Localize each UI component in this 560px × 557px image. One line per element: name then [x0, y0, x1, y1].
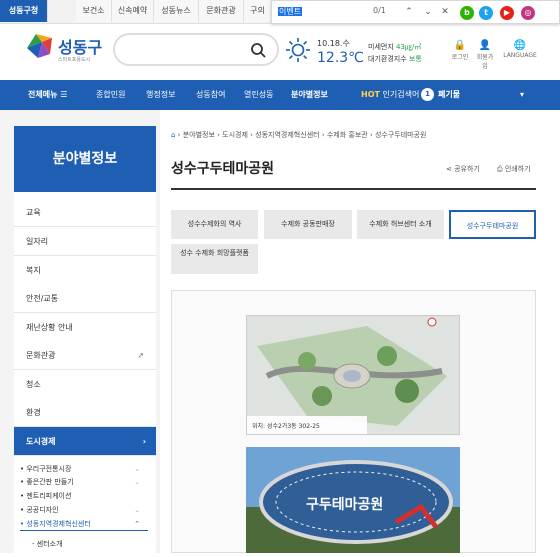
hot-keywords[interactable]: HOT 인기검색어	[361, 80, 419, 110]
sidebar-item-education[interactable]: 교육	[14, 198, 156, 227]
all-menu-button[interactable]: 전체메뉴 ☰	[28, 80, 67, 110]
brand-name[interactable]: 성동구	[58, 34, 102, 58]
sunny-icon	[286, 38, 310, 62]
sidebar-item-culture[interactable]: 문화관광 ↗	[14, 341, 156, 370]
sidebar-item-cleaning[interactable]: 청소	[14, 370, 156, 399]
sub-item-market[interactable]: • 우리구전통시장 ⌄	[20, 463, 148, 476]
sidebar-item-urban-economy[interactable]: 도시경제 ›	[14, 427, 156, 456]
chevron-right-icon: ›	[142, 437, 146, 446]
search-icon[interactable]	[250, 42, 266, 58]
user-icon: 👤	[478, 40, 492, 51]
nav-participation[interactable]: 성동참여	[196, 80, 225, 110]
chevron-down-icon[interactable]: ▾	[520, 80, 524, 110]
breadcrumb: ⌂ › 분야별정보 › 도시경제 › 성동지역경제혁신센터 › 수제화 홍보관 …	[171, 131, 427, 139]
sub-item-gentrification[interactable]: • 젠트리피케이션	[20, 490, 148, 503]
weather-date: 10.18.수	[317, 39, 350, 48]
location-caption: 위치: 성수2가3동 302-25	[252, 423, 320, 430]
tab-health-center[interactable]: 보건소	[76, 0, 112, 22]
sub-item-innovation-center[interactable]: • 성동지역경제혁신센터 ⌃	[20, 518, 148, 531]
park-sign-photo: 구두테마공원	[246, 447, 460, 553]
sub-item-public-design[interactable]: • 공공디자인 ⌄	[20, 504, 148, 517]
park-map-image	[246, 315, 460, 435]
seongdong-logo-icon[interactable]	[24, 30, 54, 60]
tab-joint-store[interactable]: 수제화 공동판매장	[264, 210, 352, 239]
keyword-text[interactable]: 폐기물	[438, 80, 460, 110]
keyword-rank: 1	[421, 88, 434, 101]
share-button[interactable]: ⋖ 공유하기	[446, 164, 480, 174]
park-aerial-map	[247, 316, 459, 434]
twitter-icon[interactable]: t	[479, 6, 493, 20]
nav-admin[interactable]: 행정정보	[146, 80, 175, 110]
nav-field-info[interactable]: 분야별정보	[291, 80, 328, 110]
youtube-icon[interactable]: ▶	[500, 6, 514, 20]
tab-news[interactable]: 성동뉴스	[154, 0, 199, 22]
share-icon: ⋖	[446, 165, 452, 173]
sub-item-signage[interactable]: • 좋은간판 만들기 ⌄	[20, 476, 148, 489]
park-sign-text: 구두테마공원	[306, 497, 383, 513]
air-quality: 대기환경지수 보통	[368, 55, 422, 63]
sidebar-title: 분야별정보	[14, 126, 156, 192]
fine-dust: 미세먼지 43㎍/㎥	[368, 43, 422, 51]
tab-gu[interactable]: 구의	[244, 0, 272, 22]
globe-icon: 🌐	[513, 40, 527, 51]
sub-sub-item-intro[interactable]: - 센터소개	[32, 538, 142, 551]
title-divider	[171, 188, 536, 190]
language-link[interactable]: 🌐 LANGUAGE	[500, 40, 540, 59]
page-title: 성수구두테마공원	[171, 161, 275, 177]
home-icon[interactable]: ⌂	[171, 131, 175, 139]
main-nav: 전체메뉴 ☰ 종합민원 행정정보 성동참여 열린성동 분야별정보 HOT 인기검…	[0, 80, 560, 110]
nav-civil[interactable]: 종합민원	[96, 80, 125, 110]
find-close-icon[interactable]: ✕	[438, 5, 452, 19]
sidebar-item-safety[interactable]: 안전/교통	[14, 284, 156, 313]
sidebar-item-disaster[interactable]: 재난상황 안내	[14, 313, 156, 342]
lock-icon: 🔒	[453, 40, 467, 51]
external-link-icon: ↗	[137, 351, 144, 360]
tab-hope-platform[interactable]: 성수 수제화 희망플랫폼	[171, 244, 258, 274]
tab-hub-center[interactable]: 수제화 허브센터 소개	[357, 210, 444, 239]
instagram-icon[interactable]: ◎	[521, 6, 535, 20]
park-sign-illustration: 구두테마공원	[246, 447, 460, 553]
sidebar-item-environment[interactable]: 환경	[14, 398, 156, 427]
tab-culture[interactable]: 문화관광	[199, 0, 244, 22]
sidebar-item-jobs[interactable]: 일자리	[14, 227, 156, 256]
signup-link[interactable]: 👤 회원가입	[474, 40, 496, 70]
print-button[interactable]: ⎙ 인쇄하기	[497, 164, 531, 174]
nav-open[interactable]: 열린성동	[244, 80, 273, 110]
find-bar: 이벤트 0/1 ⌃ ⌄ ✕ b t ▶ ◎	[271, 0, 560, 24]
tab-history[interactable]: 성수수제화의 역사	[171, 210, 258, 239]
find-next-icon[interactable]: ⌄	[421, 5, 435, 19]
find-count: 0/1	[373, 6, 386, 15]
tab-sd-office[interactable]: 성동구청	[0, 0, 48, 22]
weather-temp: 12.3℃	[317, 50, 364, 66]
brand-tagline: 스마트포용도시	[58, 57, 91, 63]
sidebar-item-welfare[interactable]: 복지	[14, 256, 156, 285]
find-prev-icon[interactable]: ⌃	[402, 5, 416, 19]
login-link[interactable]: 🔒 로그인	[449, 40, 471, 61]
print-icon: ⎙	[497, 165, 503, 173]
tab-reservation[interactable]: 신속예약	[112, 0, 154, 22]
blog-icon[interactable]: b	[460, 6, 474, 20]
tab-shoe-park[interactable]: 성수구두테마공원	[449, 210, 536, 239]
